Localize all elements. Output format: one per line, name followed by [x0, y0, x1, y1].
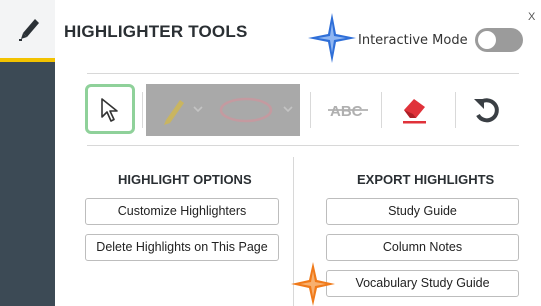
sparkle-orange-icon	[291, 262, 335, 306]
chevron-down-icon[interactable]	[282, 104, 294, 114]
separator	[142, 92, 143, 128]
chevron-down-icon[interactable]	[192, 104, 204, 114]
separator	[310, 92, 311, 128]
separator	[455, 92, 456, 128]
disabled-tool-group	[146, 84, 300, 136]
export-highlights-heading: EXPORT HIGHLIGHTS	[357, 172, 495, 187]
eraser-icon[interactable]	[399, 93, 429, 127]
separator	[381, 92, 382, 128]
select-tool-button[interactable]	[85, 84, 135, 134]
strikethrough-label: ABC	[330, 103, 363, 120]
toolbar: ABC	[85, 84, 519, 136]
interactive-mode-label: Interactive Mode	[358, 33, 468, 48]
panel-title: HIGHLIGHTER TOOLS	[64, 22, 248, 41]
divider	[87, 73, 519, 74]
cursor-icon	[101, 98, 118, 122]
divider	[87, 145, 519, 146]
toggle-knob	[478, 31, 496, 49]
vocabulary-study-guide-button[interactable]: Vocabulary Study Guide	[326, 270, 519, 297]
undo-icon[interactable]	[471, 94, 503, 126]
highlight-options-heading: HIGHLIGHT OPTIONS	[118, 172, 252, 187]
highlighter-pen-icon[interactable]	[158, 94, 188, 126]
close-button[interactable]: X	[528, 11, 535, 23]
pen-icon	[19, 19, 39, 41]
column-notes-button[interactable]: Column Notes	[326, 234, 519, 261]
delete-highlights-button[interactable]: Delete Highlights on This Page	[85, 234, 279, 261]
sparkle-blue-icon	[308, 13, 356, 63]
study-guide-button[interactable]: Study Guide	[326, 198, 519, 225]
active-tab-indicator	[0, 58, 55, 62]
interactive-mode-toggle[interactable]	[475, 28, 523, 52]
customize-highlighters-button[interactable]: Customize Highlighters	[85, 198, 279, 225]
sidebar-tab-highlighter[interactable]	[0, 0, 55, 62]
strikethrough-icon[interactable]: ABC	[328, 100, 368, 120]
ellipse-shape-icon[interactable]	[218, 95, 274, 125]
